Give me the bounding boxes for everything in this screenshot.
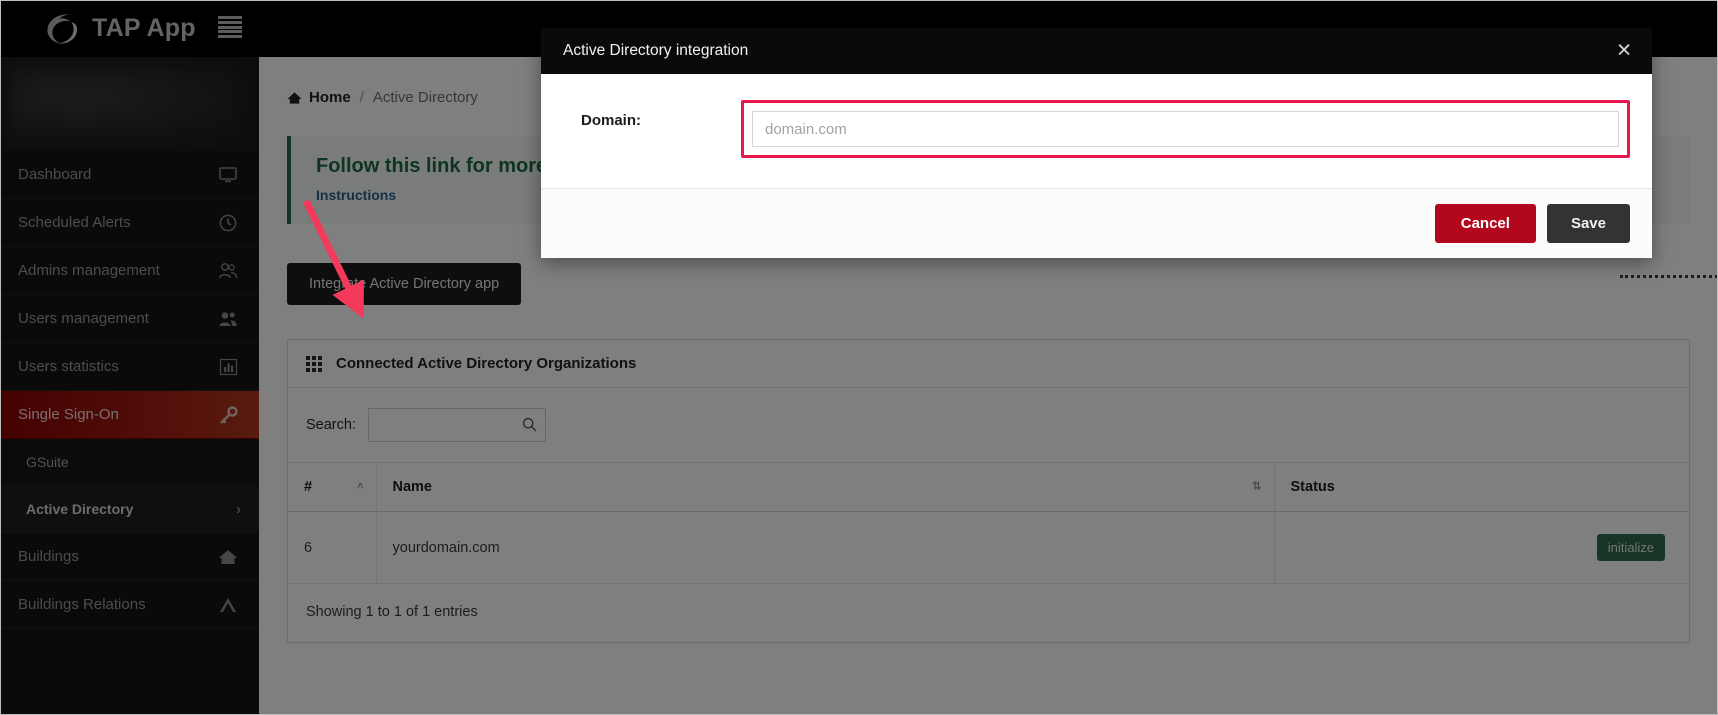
app-root: TAP App Dashboard Scheduled Alerts Admin…	[0, 0, 1718, 715]
domain-field-label: Domain:	[581, 112, 641, 129]
modal-title: Active Directory integration	[563, 42, 749, 59]
domain-field-highlight	[741, 100, 1630, 158]
active-directory-integration-modal: Active Directory integration ✕ Domain: C…	[541, 28, 1652, 258]
modal-footer: Cancel Save	[541, 188, 1652, 258]
close-icon[interactable]: ✕	[1616, 42, 1632, 61]
modal-body: Domain:	[541, 74, 1652, 188]
cancel-button[interactable]: Cancel	[1434, 204, 1536, 243]
save-button[interactable]: Save	[1546, 204, 1630, 243]
domain-input[interactable]	[752, 111, 1619, 147]
modal-header: Active Directory integration ✕	[541, 28, 1652, 74]
